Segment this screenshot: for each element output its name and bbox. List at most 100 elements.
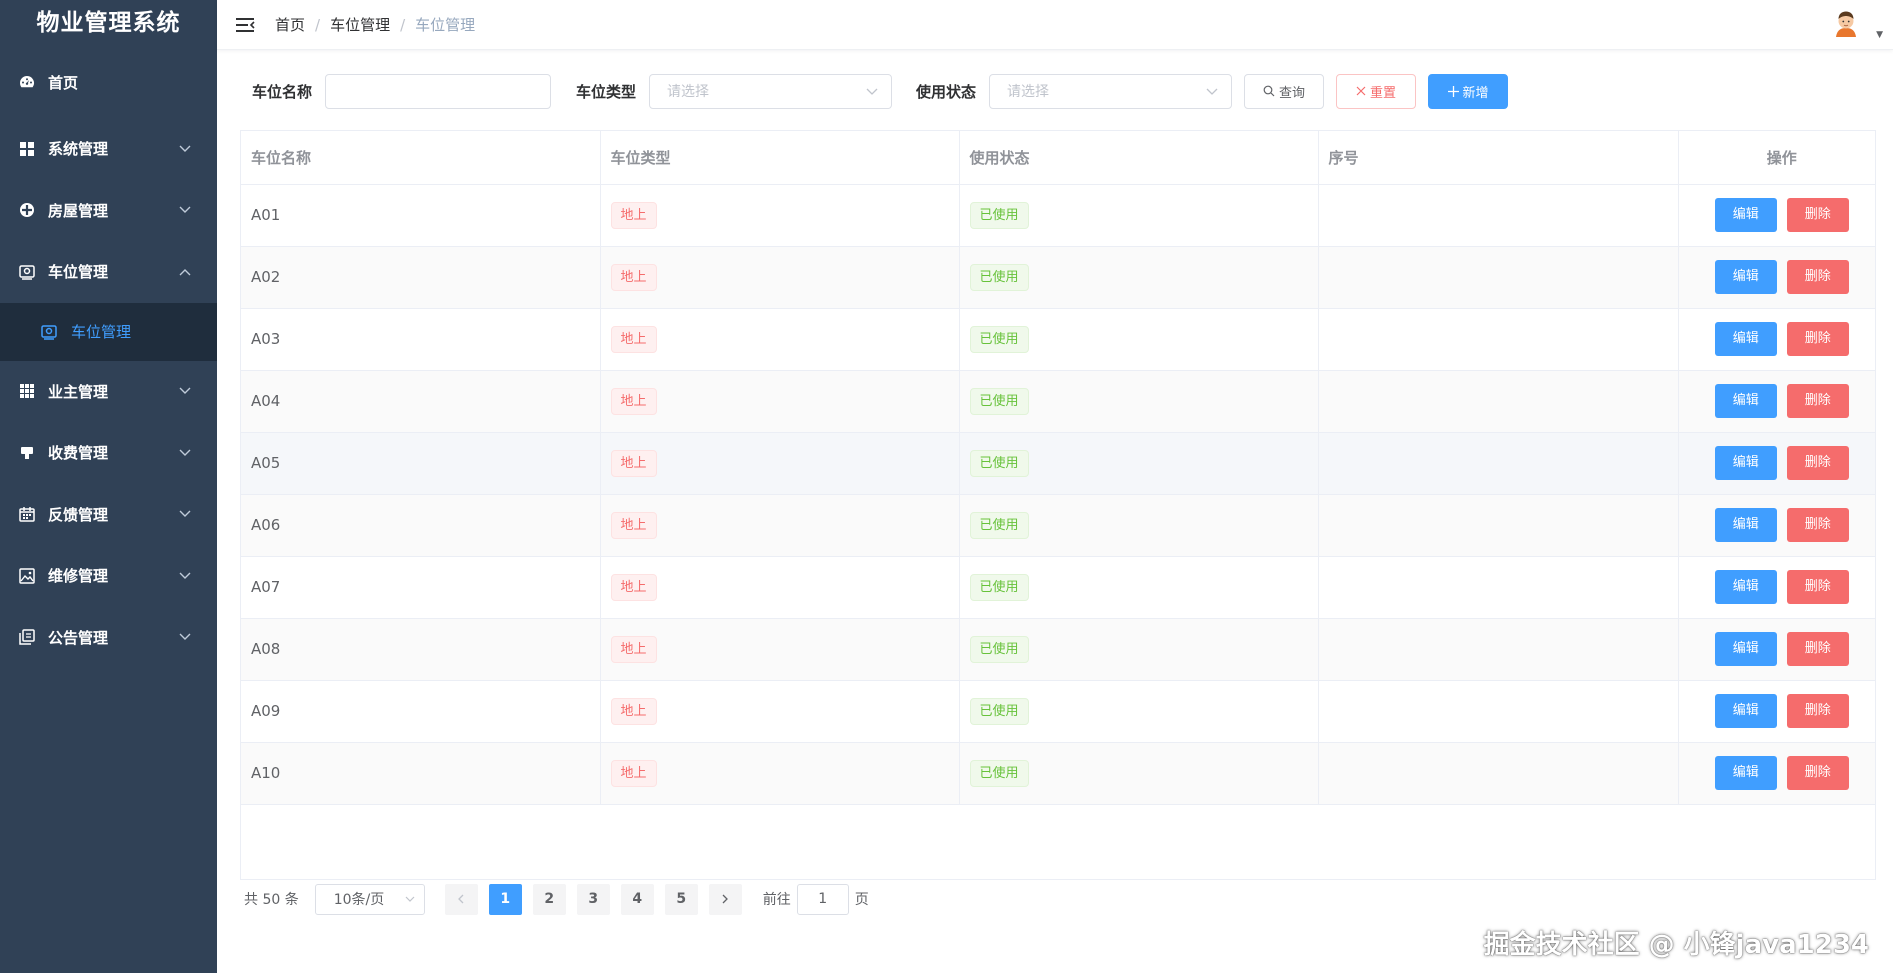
usage-status-select[interactable]: 请选择 [989, 73, 1233, 109]
edit-button[interactable]: 编辑 [1714, 508, 1777, 542]
chevron-down-icon [179, 384, 191, 398]
sidebar-item-house[interactable]: 房屋管理 [0, 180, 217, 242]
delete-button[interactable]: 删除 [1786, 198, 1849, 232]
page-number-button[interactable]: 4 [620, 883, 654, 915]
cell-status: 已使用 [959, 432, 1319, 495]
page-size-select[interactable]: 10条/页 [314, 883, 425, 915]
sidebar-item-label: 公告管理 [48, 628, 109, 647]
sidebar-item-parking[interactable]: 车位管理 [0, 241, 217, 303]
name-label: 车位名称 [252, 82, 313, 101]
sidebar-item-home[interactable]: 首页 [0, 46, 217, 118]
dashboard-icon [18, 73, 36, 91]
goto-label: 前往 [762, 892, 791, 908]
table-row: A10 地上 已使用 编辑 删除 [241, 742, 1875, 805]
caret-down-icon[interactable]: ▼ [1876, 30, 1883, 40]
cell-status: 已使用 [959, 370, 1319, 433]
parking-table: 车位名称 车位类型 使用状态 序号 操作 A01 地上 已使用 编辑 删除 A02 地上 已使… [240, 130, 1876, 880]
goto-page-input[interactable]: 1 [796, 883, 849, 915]
delete-button[interactable]: 删除 [1786, 384, 1849, 418]
status-tag: 已使用 [969, 449, 1029, 477]
edit-button[interactable]: 编辑 [1714, 384, 1777, 418]
cell-status: 已使用 [959, 742, 1319, 805]
reset-button[interactable]: 重置 [1336, 73, 1417, 109]
sidebar-item-owner[interactable]: 业主管理 [0, 361, 217, 423]
sidebar-item-repair[interactable]: 维修管理 [0, 545, 217, 607]
cell-name: A01 [241, 184, 601, 247]
sidebar-item-label: 房屋管理 [48, 201, 109, 220]
sidebar-subitem-label: 车位管理 [71, 323, 132, 341]
chevron-down-icon [179, 203, 191, 217]
edit-button[interactable]: 编辑 [1714, 632, 1777, 666]
hamburger-icon[interactable] [235, 16, 255, 34]
delete-button[interactable]: 删除 [1786, 260, 1849, 294]
cell-actions: 编辑 删除 [1678, 556, 1875, 619]
type-tag: 地上 [610, 759, 657, 787]
cell-name: A06 [241, 494, 601, 557]
prev-page-button[interactable] [444, 883, 478, 915]
cell-actions: 编辑 删除 [1678, 308, 1875, 371]
delete-button[interactable]: 删除 [1786, 322, 1849, 356]
edit-button[interactable]: 编辑 [1714, 446, 1777, 480]
breadcrumb-home[interactable]: 首页 [275, 14, 305, 35]
delete-button[interactable]: 删除 [1786, 694, 1849, 728]
chevron-left-icon [458, 894, 464, 904]
total-count: 共 50 条 [244, 892, 299, 908]
parking-name-input[interactable] [325, 73, 552, 109]
page-number-button[interactable]: 2 [532, 883, 566, 915]
cell-name: A02 [241, 246, 601, 309]
edit-button[interactable]: 编辑 [1714, 322, 1777, 356]
cell-seq [1318, 308, 1679, 371]
page-number-button[interactable]: 5 [664, 883, 698, 915]
cell-actions: 编辑 删除 [1678, 432, 1875, 495]
cell-type: 地上 [600, 432, 960, 495]
cell-name: A09 [241, 680, 601, 743]
page-number-button[interactable]: 3 [576, 883, 610, 915]
cell-status: 已使用 [959, 556, 1319, 619]
sidebar-subitem-parking[interactable]: 车位管理 [0, 302, 217, 361]
sidebar-item-notice[interactable]: 公告管理 [0, 607, 217, 669]
calendar-icon [18, 505, 36, 523]
page-number-button[interactable]: 1 [488, 883, 522, 915]
parking-type-select[interactable]: 请选择 [649, 73, 893, 109]
sidebar-item-feedback[interactable]: 反馈管理 [0, 484, 217, 546]
cell-status: 已使用 [959, 308, 1319, 371]
table-row: A07 地上 已使用 编辑 删除 [241, 556, 1875, 619]
edit-button[interactable]: 编辑 [1714, 260, 1777, 294]
cell-type: 地上 [600, 370, 960, 433]
query-button[interactable]: 查询 [1244, 73, 1325, 109]
add-button[interactable]: 新增 [1428, 73, 1509, 109]
select-placeholder: 请选择 [667, 84, 710, 100]
sidebar-item-system[interactable]: 系统管理 [0, 118, 217, 180]
next-page-button[interactable] [708, 883, 742, 915]
avatar[interactable] [1831, 7, 1861, 37]
copy-icon [18, 628, 36, 646]
sidebar-item-label: 反馈管理 [48, 505, 109, 524]
edit-button[interactable]: 编辑 [1714, 756, 1777, 790]
edit-button[interactable]: 编辑 [1714, 198, 1777, 232]
cell-actions: 编辑 删除 [1678, 246, 1875, 309]
cell-status: 已使用 [959, 618, 1319, 681]
sidebar-item-fee[interactable]: 收费管理 [0, 422, 217, 484]
chevron-up-icon [179, 265, 191, 279]
cell-actions: 编辑 删除 [1678, 680, 1875, 743]
search-icon [1263, 85, 1275, 97]
breadcrumb-parking[interactable]: 车位管理 [330, 14, 390, 35]
table-row: A04 地上 已使用 编辑 删除 [241, 370, 1875, 433]
cell-type: 地上 [600, 556, 960, 619]
table-row: A02 地上 已使用 编辑 删除 [241, 246, 1875, 309]
delete-button[interactable]: 删除 [1786, 756, 1849, 790]
edit-button[interactable]: 编辑 [1714, 570, 1777, 604]
cell-actions: 编辑 删除 [1678, 618, 1875, 681]
delete-button[interactable]: 删除 [1786, 632, 1849, 666]
delete-button[interactable]: 删除 [1786, 508, 1849, 542]
delete-button[interactable]: 删除 [1786, 570, 1849, 604]
table-icon [18, 382, 36, 400]
type-tag: 地上 [610, 263, 657, 291]
delete-button[interactable]: 删除 [1786, 446, 1849, 480]
sidebar: 物业管理系统 首页 系统管理 房屋管理 车位管理 车位管理 业主管理 收费管理 … [0, 0, 217, 973]
app-title: 物业管理系统 [36, 10, 181, 36]
edit-button[interactable]: 编辑 [1714, 694, 1777, 728]
cell-seq [1318, 742, 1679, 805]
chevron-down-icon [179, 630, 191, 644]
status-tag: 已使用 [969, 697, 1029, 725]
